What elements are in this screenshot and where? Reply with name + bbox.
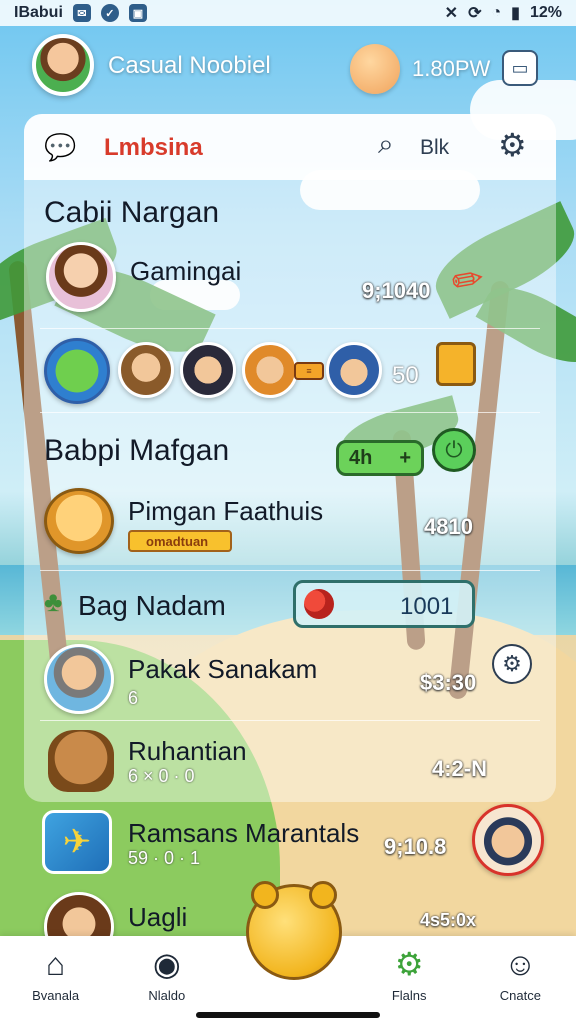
row-name: Ruhantian <box>128 736 247 766</box>
battery-text: 12% <box>529 4 562 21</box>
status-badge: omadtuan <box>128 530 232 552</box>
nav-label: Cnatce <box>499 988 541 1003</box>
section-title: Babpi Mafgan <box>44 434 230 467</box>
notification-icon: ✉ <box>72 4 91 22</box>
group-avatar[interactable] <box>242 342 298 398</box>
coin-icon <box>350 44 400 94</box>
row-value: 4810 <box>424 514 473 539</box>
nav-label: Flalns <box>391 988 427 1003</box>
mute-icon: ✕ <box>444 5 459 22</box>
signal-icon: ▮ <box>511 5 520 22</box>
gift-box-icon[interactable] <box>436 342 476 386</box>
group-avatar[interactable] <box>44 338 110 404</box>
sync-icon: ⟳ <box>468 5 482 22</box>
add-pill-button[interactable]: 4h + <box>336 440 424 476</box>
row-name: Uagli <box>128 902 188 932</box>
row-subtext: 59 · 0 · 1 <box>128 848 201 868</box>
power-icon[interactable]: ⏻ <box>432 428 476 472</box>
row-name: Ramsans Marantals <box>128 818 360 848</box>
home-indicator <box>196 1012 380 1018</box>
section-title: Cabii Nargan <box>44 196 220 229</box>
nav-profile[interactable]: ☺ Cnatce <box>475 944 565 1004</box>
row-name: Gamingai <box>130 256 242 286</box>
nav-label: Bvanala <box>32 988 80 1003</box>
user-avatar[interactable] <box>32 34 94 96</box>
bear-avatar[interactable] <box>44 488 114 554</box>
row-value: 9;1040 <box>362 278 431 303</box>
coin-balance: 1.80PW <box>412 56 491 81</box>
tag-icon: ≡ <box>294 362 324 380</box>
content-list: Cabii Nargan Gamingai 9;1040 ✏ ≡ 50 Babp… <box>0 0 576 1024</box>
status-bar: IBabui ✉ ✓ ▣ ✕ ⟳ ◔ ▮ 12% <box>0 0 576 26</box>
nav-label: Nlaldo <box>148 988 186 1003</box>
app-icon: ▣ <box>128 4 147 22</box>
nav-home[interactable]: ⌂ Bvanala <box>11 944 101 1004</box>
mascot-ear <box>309 881 337 909</box>
elephant-avatar[interactable] <box>48 730 114 792</box>
wifi-icon: ◔ <box>491 4 502 21</box>
mascot-ear <box>251 881 279 909</box>
gear-icon[interactable]: ⚙ <box>492 644 532 684</box>
home-icon: ⌂ <box>45 945 66 982</box>
highlight-value: 1001 <box>400 593 454 620</box>
berry-icon <box>304 589 334 619</box>
contact-avatar[interactable] <box>44 644 114 714</box>
status-left-text: IBabui <box>14 4 63 21</box>
contact-avatar[interactable] <box>46 242 116 312</box>
add-pill-value: 4h <box>349 446 373 469</box>
nav-settings[interactable]: ⚙ Flalns <box>364 944 454 1003</box>
row-subtext: 6 × 0 · 0 <box>128 766 195 786</box>
group-level: 50 <box>392 362 419 389</box>
plane-tile-icon[interactable]: ✈ <box>42 810 112 874</box>
highlight-field[interactable]: 1001 <box>293 580 475 628</box>
gear-icon: ⚙ <box>394 946 424 982</box>
plus-icon: + <box>399 446 411 469</box>
contact-avatar[interactable] <box>472 804 544 876</box>
edit-pencil-icon[interactable]: ✏ <box>448 256 488 306</box>
menu-button[interactable]: ▭ <box>502 50 538 86</box>
group-avatar[interactable] <box>326 342 382 398</box>
row-value: 9;10.8 <box>384 834 447 859</box>
row-value: $3:30 <box>420 670 477 695</box>
section-title: Bag Nadam <box>78 590 226 621</box>
shield-icon: ✓ <box>100 4 119 22</box>
group-avatar[interactable] <box>118 342 174 398</box>
profile-icon: ☺ <box>504 945 537 982</box>
leaf-icon: ♣ <box>44 586 63 617</box>
app-header: Casual Noobiel 1.80PW ▭ <box>0 30 576 110</box>
row-name: Pimgan Faathuis <box>128 496 324 526</box>
app-title: Casual Noobiel <box>108 52 271 79</box>
row-name: Pakak Sanakam <box>128 654 318 684</box>
nav-chat[interactable]: ◉ Nlaldo <box>122 944 212 1003</box>
group-avatar[interactable] <box>180 342 236 398</box>
row-subtext: 6 <box>128 688 139 708</box>
chat-icon: ◉ <box>152 946 181 982</box>
row-value: 4:2-N <box>432 756 488 781</box>
row-value: 4s5:0x <box>420 910 477 930</box>
mascot-icon[interactable] <box>246 881 342 980</box>
